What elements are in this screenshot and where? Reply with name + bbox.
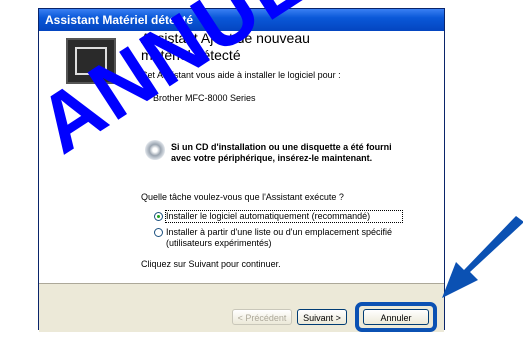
continue-text: Cliquez sur Suivant pour continuer. bbox=[141, 259, 281, 269]
radio-auto-install-label[interactable]: Installer le logiciel automatiquement (r… bbox=[165, 210, 403, 223]
radio-auto-install[interactable] bbox=[154, 212, 163, 221]
cd-icon bbox=[145, 140, 165, 160]
radio-manual-install[interactable] bbox=[154, 228, 163, 237]
cancel-highlight-frame bbox=[355, 302, 437, 332]
next-button[interactable]: Suivant > bbox=[297, 309, 347, 325]
cd-instruction: Si un CD d'installation ou une disquette… bbox=[171, 142, 392, 163]
radio-manual-install-label[interactable]: Installer à partir d'une liste ou d'un e… bbox=[166, 227, 402, 249]
back-button[interactable]: < Précédent bbox=[232, 309, 292, 325]
task-question: Quelle tâche voulez-vous que l'Assistant… bbox=[141, 192, 344, 202]
arrow-icon bbox=[442, 216, 523, 298]
